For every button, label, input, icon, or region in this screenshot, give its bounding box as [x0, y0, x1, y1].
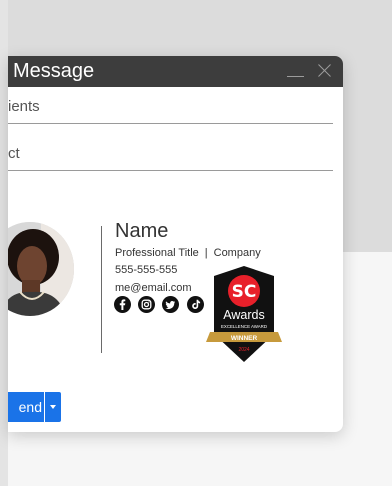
sc-awards-badge: SC Awards EXCELLENCE AWARD WINNER 2024 [206, 264, 282, 364]
subject-label: ct [8, 145, 20, 162]
badge-title: Awards [223, 308, 264, 322]
minimize-icon[interactable] [286, 65, 306, 79]
signature-name: Name [115, 220, 169, 242]
twitter-icon[interactable] [162, 296, 179, 313]
avatar-photo [8, 222, 74, 316]
recipients-label: ients [8, 98, 40, 115]
signature-separator: | [204, 247, 208, 259]
instagram-icon[interactable] [138, 296, 155, 313]
recipients-field[interactable]: ients [8, 93, 333, 124]
close-icon[interactable] [314, 61, 336, 81]
facebook-icon[interactable] [114, 296, 131, 313]
signature-avatar [8, 222, 74, 316]
signature-title-row: Professional Title | Company [115, 247, 261, 259]
background-left-strip [0, 0, 8, 486]
badge-year: 2024 [238, 347, 249, 353]
badge-subtitle: EXCELLENCE AWARD [221, 324, 267, 329]
signature-company: Company [213, 247, 261, 259]
window-title: Message [13, 60, 95, 82]
compose-message-window: Message ients ct Name Professional Title… [8, 56, 343, 432]
signature-email: me@email.com [115, 282, 192, 294]
caret-down-icon[interactable] [45, 392, 61, 422]
send-button[interactable]: end [8, 392, 44, 422]
signature-phone: 555-555-555 [115, 264, 178, 276]
badge-logo: SC [232, 282, 257, 302]
signature-divider [101, 226, 102, 353]
badge-ribbon: WINNER [231, 335, 258, 342]
tiktok-icon[interactable] [187, 296, 204, 313]
signature-title: Professional Title [115, 247, 199, 259]
window-titlebar: Message [8, 56, 343, 87]
subject-field[interactable]: ct [8, 140, 333, 171]
